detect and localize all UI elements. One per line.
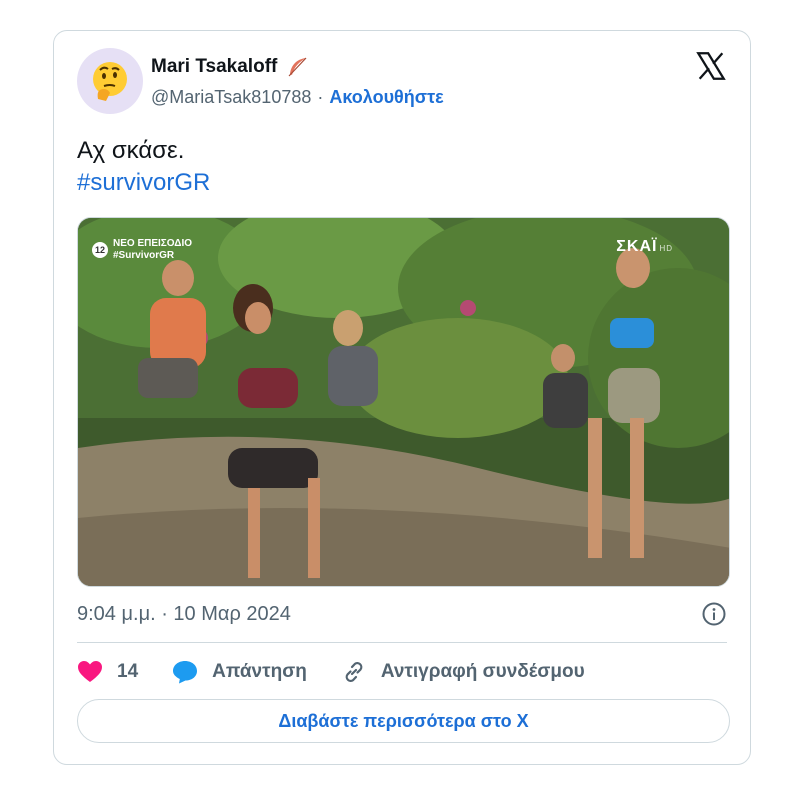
avatar[interactable] — [77, 48, 143, 114]
author-name-row: Mari Tsakaloff — [151, 55, 309, 79]
author-handle-row: @MariaTsak810788 · Ακολουθήστε — [151, 87, 444, 108]
heart-icon — [78, 661, 102, 682]
episode-tag: #SurvivorGR — [113, 250, 175, 261]
copy-link-label: Αντιγραφή συνδέσμου — [380, 661, 585, 682]
tweet-card: Mari Tsakaloff @MariaTsak810788 · Ακολου… — [53, 30, 751, 765]
reply-label: Απάντηση — [212, 661, 307, 682]
speech-bubble-icon — [173, 661, 198, 684]
follow-button[interactable]: Ακολουθήστε — [329, 87, 443, 108]
channel-number-badge: 12 — [92, 242, 108, 258]
x-logo-icon[interactable] — [694, 49, 728, 83]
action-bar: 14 Απάντηση Αντιγραφή συνδέσμου — [77, 657, 585, 687]
author-display-name[interactable]: Mari Tsakaloff — [151, 56, 277, 78]
like-button[interactable]: 14 — [77, 660, 138, 684]
channel-logo: ΣΚΑΪ HD — [616, 238, 673, 256]
info-icon[interactable] — [701, 601, 727, 627]
channel-logo-text: ΣΚΑΪ — [616, 238, 658, 255]
tweet-body: Αχ σκάσε. — [77, 137, 185, 164]
separator-dot: · — [317, 87, 324, 107]
jungle-scene-image — [78, 218, 729, 586]
read-more-button[interactable]: Διαβάστε περισσότερα στο X — [77, 699, 730, 743]
episode-overlay: 12 ΝΕΟ ΕΠΕΙΣΟΔΙΟ #SurvivorGR — [92, 238, 192, 262]
author-handle[interactable]: @MariaTsak810788 — [151, 87, 311, 108]
thinking-face-icon — [93, 62, 127, 101]
episode-label: ΝΕΟ ΕΠΕΙΣΟΔΙΟ — [113, 238, 193, 249]
tweet-text: Αχ σκάσε. #survivorGR — [77, 135, 210, 199]
feather-icon — [288, 57, 307, 77]
hashtag-link[interactable]: #survivorGR — [77, 167, 210, 199]
like-count: 14 — [117, 661, 139, 682]
link-icon — [345, 662, 363, 682]
tweet-media-image[interactable]: 12 ΝΕΟ ΕΠΕΙΣΟΔΙΟ #SurvivorGR ΣΚΑΪ HD — [77, 217, 730, 587]
copy-link-button[interactable]: Αντιγραφή συνδέσμου — [341, 659, 585, 685]
divider — [77, 642, 727, 643]
tweet-timestamp[interactable]: 9:04 μ.μ. · 10 Μαρ 2024 — [77, 603, 291, 626]
channel-suffix: HD — [659, 244, 673, 253]
reply-button[interactable]: Απάντηση — [172, 660, 307, 684]
